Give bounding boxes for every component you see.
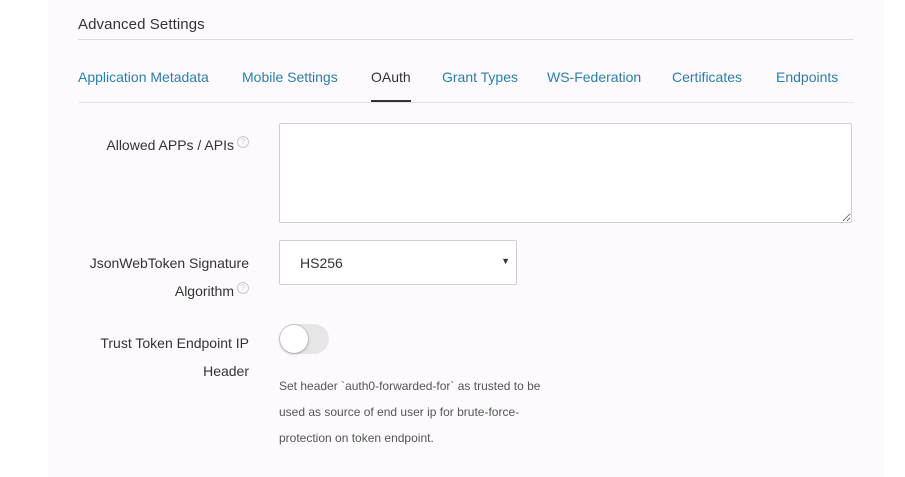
section-title: Advanced Settings — [78, 16, 205, 33]
jwt-algorithm-label-line1: JsonWebToken Signature — [89, 255, 249, 271]
caret-down-icon: ▼ — [501, 256, 510, 266]
question-circle-icon[interactable]: ? — [237, 282, 249, 294]
tab-endpoints[interactable]: Endpoints — [776, 69, 838, 85]
allowed-apps-label-text: Allowed APPs / APIs — [106, 137, 234, 153]
trust-token-label-line1: Trust Token Endpoint IP — [100, 335, 249, 351]
question-circle-icon[interactable]: ? — [237, 136, 249, 148]
jwt-algorithm-select[interactable]: HS256 ▼ — [279, 240, 517, 285]
trust-token-label-line2: Header — [203, 363, 249, 379]
jwt-algorithm-selected-value: HS256 — [300, 255, 343, 271]
trust-token-toggle[interactable] — [279, 324, 329, 354]
allowed-apps-label: Allowed APPs / APIs? — [106, 131, 249, 159]
tab-mobile-settings[interactable]: Mobile Settings — [242, 69, 338, 85]
settings-tabs: Application Metadata Mobile Settings OAu… — [78, 62, 854, 102]
jwt-algorithm-label: JsonWebToken Signature Algorithm? — [90, 249, 249, 305]
trust-token-help-line3: protection on token endpoint. — [279, 431, 434, 445]
trust-token-help-line2: used as source of end user ip for brute-… — [279, 405, 520, 419]
section-divider — [78, 39, 854, 40]
toggle-knob — [280, 325, 308, 353]
tab-application-metadata[interactable]: Application Metadata — [78, 69, 209, 85]
tab-grant-types[interactable]: Grant Types — [442, 69, 518, 85]
trust-token-help-line1: Set header `auth0-forwarded-for` as trus… — [279, 379, 541, 393]
tab-ws-federation[interactable]: WS-Federation — [547, 69, 641, 85]
tabs-divider — [78, 102, 854, 103]
tab-oauth[interactable]: OAuth — [371, 69, 411, 85]
trust-token-label: Trust Token Endpoint IP Header — [100, 329, 249, 385]
allowed-apps-textarea[interactable] — [279, 123, 852, 223]
trust-token-help-text: Set header `auth0-forwarded-for` as trus… — [279, 373, 579, 451]
tab-certificates[interactable]: Certificates — [672, 69, 742, 85]
jwt-algorithm-label-line2: Algorithm — [174, 283, 234, 299]
